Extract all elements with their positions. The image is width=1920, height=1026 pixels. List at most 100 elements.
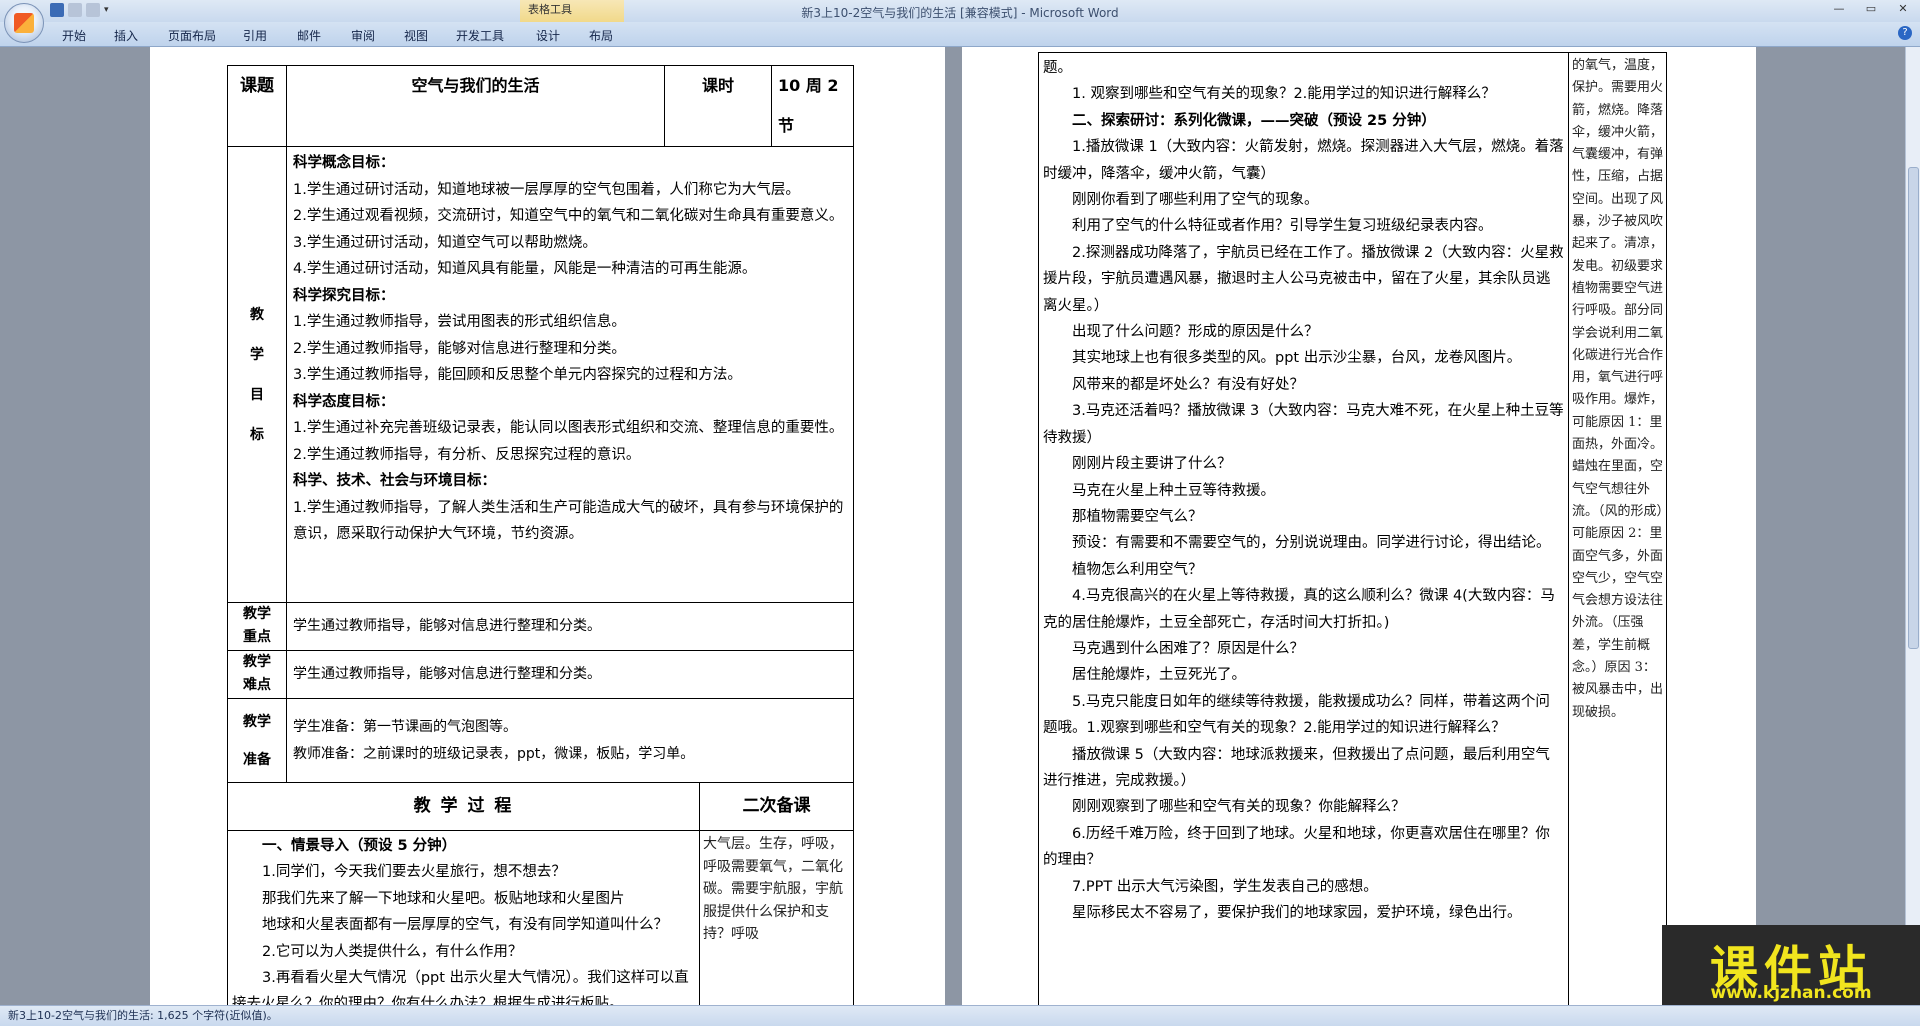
tab-references[interactable]: 引用 (243, 27, 267, 44)
paragraph: 地球和火星表面都有一层厚厚的空气，有没有同学知道叫什么？ (262, 917, 668, 934)
paragraph: 4.马克很高兴的在火星上等待救援，真的这么顺利么？微课 4(大致内容：马克的居住… (1043, 588, 1555, 631)
paragraph: 2.学生通过教师指导，能够对信息进行整理和分类。 (293, 340, 626, 357)
paragraph: 3.学生通过研讨活动，知道空气可以帮助燃烧。 (293, 234, 597, 251)
goals-label-char: 学 (250, 346, 264, 363)
paragraph: 一、情景导入（预设 5 分钟） (262, 838, 457, 854)
paragraph: 刚刚片段主要讲了什么？ (1072, 456, 1232, 473)
paragraph: 2.学生通过教师指导，有分析、反思探究过程的意识。 (293, 446, 641, 463)
paragraph: 科学态度目标： (293, 393, 395, 410)
paragraph: 马克在火星上种土豆等待救援。 (1072, 482, 1275, 499)
paragraph: 刚刚观察到了哪些和空气有关的现象？你能解释么？ (1072, 799, 1406, 816)
prep-line: 教师准备：之前课时的班级记录表，ppt，微课，板贴，学习单。 (293, 745, 695, 762)
paragraph: 题。 (1043, 60, 1072, 76)
period-value: 10 周 2 节 (771, 65, 855, 147)
paragraph: 1.播放微课 1（大致内容：火箭发射，燃烧。探测器进入大气层，燃烧。着落时缓冲，… (1043, 139, 1564, 182)
help-icon[interactable]: ? (1898, 26, 1912, 40)
paragraph: 3.再看看火星大气情况（ppt 出示火星大气情况）。我们这样可以直接去火星么？你… (232, 970, 689, 1005)
tab-design[interactable]: 设计 (536, 27, 560, 44)
difficulty-label: 教学 难点 (227, 650, 287, 699)
paragraph: 那植物需要空气么？ (1072, 508, 1203, 525)
label-line: 教学 (243, 713, 271, 730)
process-content: 一、情景导入（预设 5 分钟） 1.同学们，今天我们要去火星旅行，想不想去？ 那我们… (227, 830, 700, 1005)
window-controls: — ▭ ✕ (1828, 2, 1914, 16)
lesson-plan-table: 课题 空气与我们的生活 课时 10 周 2 节 教 学 目 标 科学概念目标： 1… (227, 65, 855, 1005)
tab-insert[interactable]: 插入 (114, 27, 138, 44)
period-label: 课时 (663, 65, 773, 147)
paragraph: 二、探索研讨：系列化微课，——突破（预设 25 分钟） (1072, 112, 1436, 129)
paragraph: 那我们先来了解一下地球和火星吧。板贴地球和火星图片 (262, 890, 625, 907)
continuation-table: 题。 1. 观察到哪些和空气有关的现象？2.能用学过的知识进行解释么？ 二、探索研讨… (1038, 52, 1667, 1005)
preparation-text: 学生准备：第一节课画的气泡图等。 教师准备：之前课时的班级记录表，ppt，微课，… (285, 698, 855, 783)
paragraph: 2.探测器成功降落了，宇航员已经在工作了。播放微课 2（大致内容：火星救援片段，… (1043, 244, 1564, 314)
key-point-text: 学生通过教师指导，能够对信息进行整理和分类。 (285, 602, 855, 651)
difficulty-text: 学生通过教师指导，能够对信息进行整理和分类。 (285, 650, 855, 699)
vertical-scrollbar[interactable] (1905, 47, 1920, 1005)
paragraph: 1.学生通过研讨活动，知道地球被一层厚厚的空气包围着，人们称它为大气层。 (293, 181, 800, 198)
paragraph: 刚刚你看到了哪些利用了空气的现象。 (1072, 192, 1319, 209)
paragraph: 风带来的都是坏处么？有没有好处？ (1072, 376, 1304, 393)
paragraph: 科学探究目标： (293, 287, 395, 304)
paragraph: 星际移民太不容易了，要保护我们的地球家园，爱护环境，绿色出行。 (1072, 905, 1522, 921)
tab-mailings[interactable]: 邮件 (297, 27, 321, 44)
label-line: 准备 (243, 751, 271, 768)
goals-label-char: 标 (250, 426, 264, 443)
goals-content: 科学概念目标： 1.学生通过研讨活动，知道地球被一层厚厚的空气包围着，人们称它为大… (285, 146, 855, 603)
goals-label-char: 教 (250, 306, 264, 323)
topic-label: 课题 (227, 65, 287, 147)
status-text: 新3上10-2空气与我们的生活: 1,625 个字符(近似值)。 (8, 1009, 278, 1022)
paragraph: 马克遇到什么困难了？原因是什么？ (1072, 640, 1304, 657)
second-prep-notes: 大气层。生存，呼吸，呼吸需要氧气，二氧化碳。需要宇航服，宇航服提供什么保护和支持… (698, 830, 855, 1005)
process-continuation-list: 题。 1. 观察到哪些和空气有关的现象？2.能用学过的知识进行解释么？ 二、探索研讨… (1039, 55, 1568, 926)
document-area: 课题 空气与我们的生活 课时 10 周 2 节 教 学 目 标 科学概念目标： 1… (0, 47, 1906, 1005)
tab-view[interactable]: 视图 (404, 27, 428, 44)
goals-list: 科学概念目标： 1.学生通过研讨活动，知道地球被一层厚厚的空气包围着，人们称它为大… (287, 150, 853, 548)
topic-title: 空气与我们的生活 (286, 65, 665, 147)
process-continuation: 题。 1. 观察到哪些和空气有关的现象？2.能用学过的知识进行解释么？ 二、探索研讨… (1038, 52, 1569, 1005)
paragraph: 2.它可以为人类提供什么，有什么作用？ (262, 943, 523, 960)
label-line: 难点 (243, 677, 271, 693)
tab-layout[interactable]: 布局 (589, 27, 613, 44)
office-button[interactable] (4, 3, 44, 43)
page-1[interactable]: 课题 空气与我们的生活 课时 10 周 2 节 教 学 目 标 科学概念目标： 1… (150, 47, 945, 1005)
label-line: 教学 (243, 606, 271, 622)
paragraph: 1.学生通过教师指导，了解人类生活和生产可能造成大气的破坏，具有参与环境保护的意… (293, 499, 844, 543)
paragraph: 其实地球上也有很多类型的风。ppt 出示沙尘暴，台风，龙卷风图片。 (1072, 350, 1522, 367)
paragraph: 3.学生通过教师指导，能回顾和反思整个单元内容探究的过程和方法。 (293, 367, 742, 383)
paragraph: 3.马克还活着吗？播放微课 3（大致内容：马克大难不死，在火星上种土豆等待救援） (1043, 403, 1564, 446)
paragraph: 科学、技术、社会与环境目标： (293, 473, 496, 489)
minimize-icon[interactable]: — (1828, 2, 1850, 16)
scrollbar-thumb[interactable] (1908, 167, 1919, 649)
tab-home[interactable]: 开始 (62, 27, 86, 44)
second-prep-header: 二次备课 (698, 782, 855, 831)
paragraph: 1.学生通过教师指导，尝试用图表的形式组织信息。 (293, 314, 626, 330)
maximize-icon[interactable]: ▭ (1860, 2, 1882, 16)
status-bar: 新3上10-2空气与我们的生活: 1,625 个字符(近似值)。 (0, 1005, 1920, 1026)
process-header: 教 学 过 程 (227, 782, 700, 831)
paragraph: 居住舱爆炸，土豆死光了。 (1072, 667, 1246, 684)
window-title: 新3上10-2空气与我们的生活 [兼容模式] - Microsoft Word (801, 6, 1119, 20)
paragraph: 科学概念目标： (293, 155, 395, 171)
key-point-label: 教学 重点 (227, 602, 287, 651)
tab-page-layout[interactable]: 页面布局 (168, 27, 216, 44)
paragraph: 1.学生通过补充完善班级记录表，能认同以图表形式组织和交流、整理信息的重要性。 (293, 420, 844, 436)
label-line: 教学 (243, 654, 271, 670)
paragraph: 5.马克只能度日如年的继续等待救援，能救援成功么？同样，带着这两个问题哦。1.观… (1043, 693, 1550, 737)
ribbon-tab-bar: 开始 插入 页面布局 引用 邮件 审阅 视图 开发工具 设计 布局 ? (0, 22, 1920, 47)
prep-line: 学生准备：第一节课画的气泡图等。 (293, 719, 517, 735)
watermark-url: www.kjzhan.com (1710, 983, 1872, 1003)
tab-developer[interactable]: 开发工具 (456, 27, 504, 44)
title-bar: ▾ 表格工具 新3上10-2空气与我们的生活 [兼容模式] - Microsof… (0, 0, 1920, 22)
paragraph: 1.同学们，今天我们要去火星旅行，想不想去？ (262, 864, 566, 881)
tab-review[interactable]: 审阅 (351, 27, 375, 44)
label-line: 重点 (243, 629, 271, 645)
kjzhan-watermark-logo: 课件站 www.kjzhan.com (1662, 925, 1920, 1005)
paragraph: 4.学生通过研讨活动，知道风具有能量，风能是一种清洁的可再生能源。 (293, 261, 757, 277)
goals-label-char: 目 (250, 386, 264, 403)
preparation-label: 教学 准备 (227, 698, 287, 783)
close-icon[interactable]: ✕ (1892, 2, 1914, 16)
goals-label: 教 学 目 标 (227, 146, 287, 603)
page-2[interactable]: 题。 1. 观察到哪些和空气有关的现象？2.能用学过的知识进行解释么？ 二、探索研讨… (962, 47, 1756, 1005)
paragraph: 2.学生通过观看视频，交流研讨，知道空气中的氧气和二氧化碳对生命具有重要意义。 (293, 208, 844, 224)
paragraph: 播放微课 5（大致内容：地球派救援来，但救援出了点问题，最后利用空气进行推进，完… (1043, 746, 1550, 789)
paragraph: 出现了什么问题？形成的原因是什么？ (1072, 324, 1319, 341)
